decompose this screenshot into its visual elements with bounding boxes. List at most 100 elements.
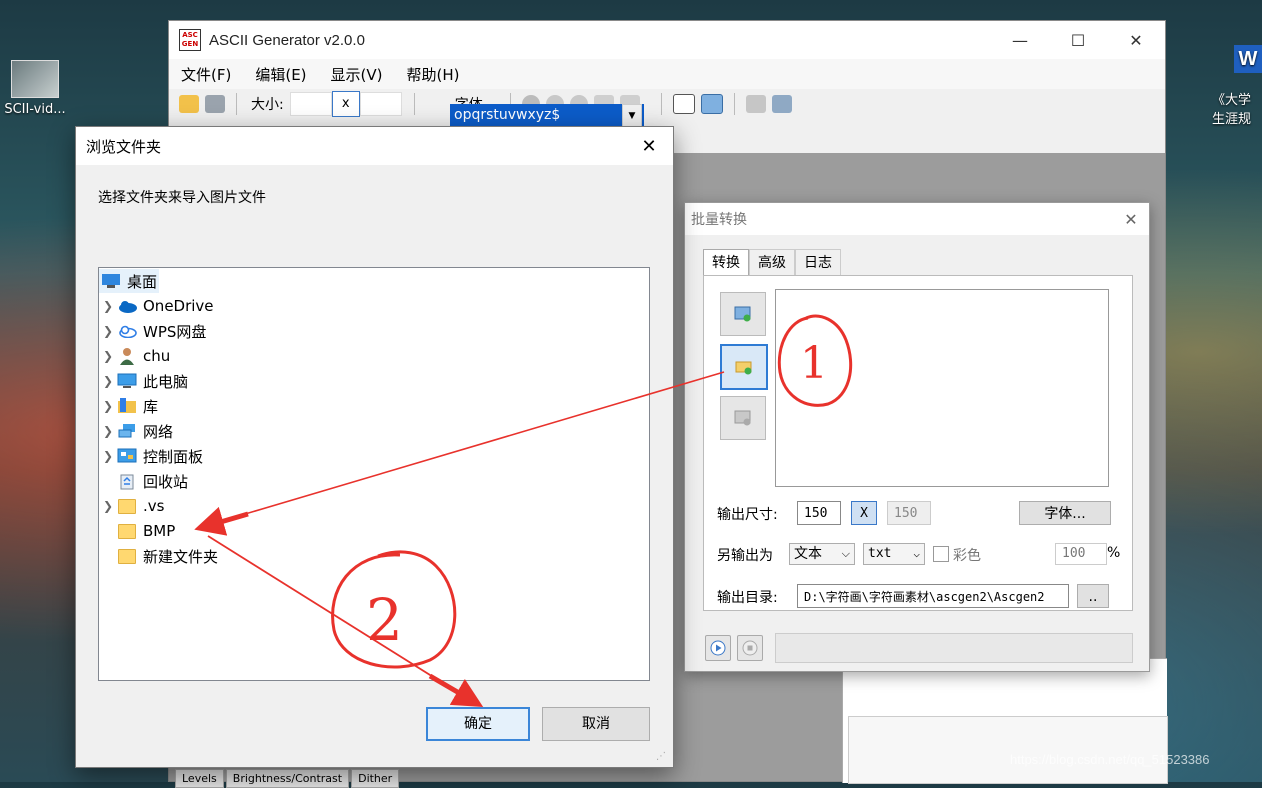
chevron-right-icon[interactable]: ❯ bbox=[99, 349, 117, 363]
tree-item-label: 库 bbox=[143, 397, 159, 416]
window-title: ASCII Generator v2.0.0 bbox=[209, 31, 365, 49]
preview-subpanel bbox=[848, 716, 1168, 784]
tree-item-user[interactable]: ❯ chu bbox=[99, 344, 170, 368]
tab-levels[interactable]: Levels bbox=[175, 769, 224, 788]
tree-item-folder-bmp[interactable]: BMP bbox=[99, 519, 175, 543]
output-height-input[interactable]: 150 bbox=[887, 501, 931, 525]
add-folder-icon bbox=[735, 361, 752, 375]
text-view-icon[interactable] bbox=[673, 94, 696, 114]
file-list[interactable] bbox=[775, 289, 1109, 487]
tree-item-label: 回收站 bbox=[143, 472, 189, 491]
tab-dither[interactable]: Dither bbox=[351, 769, 400, 788]
add-file-button[interactable] bbox=[720, 292, 766, 336]
format-select-value: 文本 bbox=[794, 546, 822, 562]
tree-item-label: BMP bbox=[143, 522, 176, 540]
menu-bar: 文件(F) 编辑(E) 显示(V) 帮助(H) bbox=[169, 59, 1165, 89]
maximize-button[interactable]: ☐ bbox=[1049, 21, 1107, 59]
tab-log[interactable]: 日志 bbox=[795, 249, 841, 276]
tree-item-library[interactable]: ❯ 库 bbox=[99, 394, 158, 418]
dialog-description: 选择文件夹来导入图片文件 bbox=[98, 190, 266, 206]
remove-file-button[interactable] bbox=[720, 396, 766, 440]
tab-advanced[interactable]: 高级 bbox=[749, 249, 795, 276]
save-icon[interactable] bbox=[205, 95, 225, 113]
control-panel-icon bbox=[117, 447, 137, 465]
close-button[interactable]: ✕ bbox=[1107, 21, 1165, 59]
ok-button[interactable]: 确定 bbox=[426, 707, 530, 741]
dialog-title: 批量转换 bbox=[691, 212, 747, 228]
open-folder-icon[interactable] bbox=[179, 95, 199, 113]
tree-item-wps-cloud[interactable]: ❯ WPS网盘 bbox=[99, 319, 206, 343]
chevron-right-icon[interactable]: ❯ bbox=[99, 324, 117, 338]
browse-dir-button[interactable]: .. bbox=[1077, 584, 1109, 608]
chevron-right-icon[interactable]: ❯ bbox=[99, 424, 117, 438]
add-folder-button[interactable] bbox=[720, 344, 768, 390]
tree-item-desktop[interactable]: 桌面 bbox=[99, 269, 159, 293]
font-button[interactable]: 字体... bbox=[1019, 501, 1111, 525]
tree-item-label: OneDrive bbox=[143, 297, 214, 315]
dialog-titlebar[interactable]: 批量转换 ✕ bbox=[685, 203, 1149, 235]
window-titlebar[interactable]: ASC GEN ASCII Generator v2.0.0 — ☐ ✕ bbox=[169, 21, 1165, 59]
cloud-icon bbox=[117, 297, 137, 315]
menu-view[interactable]: 显示(V) bbox=[319, 64, 395, 85]
menu-edit[interactable]: 编辑(E) bbox=[243, 64, 318, 85]
start-button[interactable] bbox=[705, 635, 731, 661]
color-checkbox[interactable] bbox=[933, 546, 949, 562]
tab-convert[interactable]: 转换 bbox=[703, 249, 749, 277]
dialog-titlebar[interactable]: 浏览文件夹 ✕ bbox=[76, 127, 673, 165]
progress-bar bbox=[775, 633, 1133, 663]
minimize-button[interactable]: — bbox=[991, 21, 1049, 59]
tree-item-network[interactable]: ❯ 网络 bbox=[99, 419, 173, 443]
tree-item-label: 控制面板 bbox=[143, 447, 204, 466]
lock-ratio-button[interactable]: X bbox=[851, 501, 877, 525]
image-adjust-tabs: Levels Brightness/Contrast Dither bbox=[175, 769, 401, 788]
stop-button[interactable] bbox=[737, 635, 763, 661]
output-dir-input[interactable]: D:\字符画\字符画素材\ascgen2\Ascgen2 bbox=[797, 584, 1069, 608]
display-settings-icon[interactable] bbox=[772, 95, 793, 113]
tree-item-folder-vs[interactable]: ❯ .vs bbox=[99, 494, 165, 518]
chevron-right-icon[interactable]: ❯ bbox=[99, 499, 117, 513]
tree-item-label: 桌面 bbox=[127, 272, 158, 291]
user-icon bbox=[117, 347, 137, 365]
webcam-icon[interactable] bbox=[746, 95, 767, 113]
chevron-right-icon[interactable]: ❯ bbox=[99, 374, 117, 388]
size-lock-button[interactable]: x bbox=[331, 91, 360, 117]
chevron-down-icon: ⌵ bbox=[913, 547, 920, 560]
tree-item-recycle-bin[interactable]: 回收站 bbox=[99, 469, 188, 493]
height-input[interactable] bbox=[359, 92, 402, 116]
desktop-shortcut-ascii-video[interactable]: SCII-vid... bbox=[0, 60, 70, 117]
desktop-shortcut-word-doc[interactable]: W 《大学 生涯规 bbox=[1212, 45, 1262, 127]
stop-icon bbox=[742, 640, 758, 656]
menu-file[interactable]: 文件(F) bbox=[169, 64, 243, 85]
tab-brightness-contrast[interactable]: Brightness/Contrast bbox=[225, 769, 350, 788]
tree-item-new-folder[interactable]: 新建文件夹 bbox=[99, 544, 218, 568]
toolbar-separator bbox=[236, 93, 237, 115]
chevron-right-icon[interactable]: ❯ bbox=[99, 399, 117, 413]
toolbar-separator bbox=[734, 93, 736, 115]
tree-item-this-pc[interactable]: ❯ 此电脑 bbox=[99, 369, 188, 393]
close-button[interactable]: ✕ bbox=[1113, 210, 1149, 229]
add-image-icon bbox=[734, 306, 751, 322]
format-select[interactable]: 文本 ⌵ bbox=[789, 543, 855, 565]
cancel-button[interactable]: 取消 bbox=[542, 707, 650, 741]
size-label: 大小: bbox=[251, 97, 284, 113]
tree-item-label: 网络 bbox=[143, 422, 174, 441]
tree-item-label: WPS网盘 bbox=[143, 322, 207, 341]
tree-item-label: .vs bbox=[143, 497, 165, 515]
extension-select[interactable]: txt ⌵ bbox=[863, 543, 925, 565]
menu-help[interactable]: 帮助(H) bbox=[395, 64, 472, 85]
quality-spinner[interactable]: 100 bbox=[1055, 543, 1107, 565]
width-input[interactable] bbox=[289, 92, 332, 116]
image-view-icon[interactable] bbox=[701, 94, 724, 114]
chevron-down-icon[interactable]: ▼ bbox=[622, 104, 642, 128]
output-width-input[interactable]: 150 bbox=[797, 501, 841, 525]
desktop-shortcut-label-line2: 生涯规 bbox=[1212, 112, 1252, 127]
resize-grip-icon[interactable]: ⋰ bbox=[656, 751, 666, 762]
chevron-right-icon[interactable]: ❯ bbox=[99, 299, 117, 313]
tree-item-onedrive[interactable]: ❯ OneDrive bbox=[99, 294, 214, 318]
chevron-right-icon[interactable]: ❯ bbox=[99, 449, 117, 463]
close-button[interactable]: ✕ bbox=[625, 136, 673, 157]
word-icon: W bbox=[1234, 45, 1262, 73]
save-as-label: 另输出为 bbox=[717, 548, 773, 564]
charset-combobox[interactable]: opqrstuvwxyz$ bbox=[450, 104, 644, 126]
tree-item-control-panel[interactable]: ❯ 控制面板 bbox=[99, 444, 203, 468]
